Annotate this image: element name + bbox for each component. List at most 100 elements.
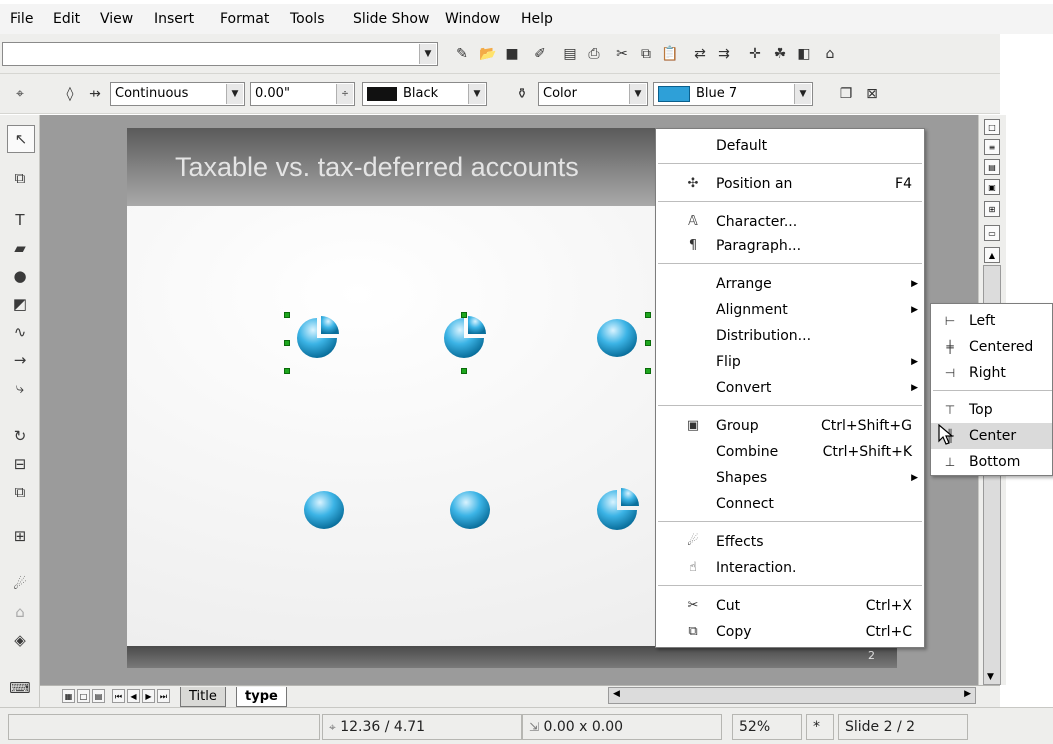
line-arrow-icon[interactable]: → bbox=[7, 347, 33, 373]
slide-title[interactable]: Taxable vs. tax-deferred accounts bbox=[175, 152, 579, 183]
menu-item-convert[interactable]: Convert ▶ bbox=[656, 375, 926, 401]
selection-handle[interactable] bbox=[645, 312, 651, 318]
alignment-tool-icon[interactable]: ⊟ bbox=[7, 451, 33, 477]
menu-tools[interactable]: Tools bbox=[290, 11, 325, 27]
view-handout-icon[interactable]: ▣ bbox=[984, 179, 1000, 195]
image-crop-icon[interactable]: ⊠ bbox=[862, 84, 882, 104]
area-style-select[interactable]: Color ▼ bbox=[538, 82, 648, 106]
combo-arrow-icon[interactable]: ▼ bbox=[419, 44, 436, 64]
view-sorter-icon[interactable]: ⊞ bbox=[984, 201, 1000, 217]
line-color-select[interactable]: Black ▼ bbox=[362, 82, 487, 106]
first-tab-icon[interactable]: ⏮ bbox=[112, 689, 125, 703]
scroll-up-icon[interactable]: ▲ bbox=[984, 247, 1000, 263]
menu-item-flip[interactable]: Flip ▶ bbox=[656, 349, 926, 375]
copy-icon[interactable]: ⧉ bbox=[636, 44, 656, 64]
menu-item-default[interactable]: Default bbox=[656, 133, 926, 159]
align-centered-item[interactable]: ╪ Centered bbox=[931, 334, 1052, 360]
zoom-icon[interactable]: ⧉ bbox=[7, 165, 33, 191]
object-properties-icon[interactable]: ⌖ bbox=[10, 84, 30, 104]
select-arrow-icon[interactable]: ↖ bbox=[7, 125, 35, 153]
menu-item-effects[interactable]: ☄ Effects bbox=[656, 529, 926, 555]
url-combo[interactable]: ▼ bbox=[2, 42, 438, 66]
menu-item-combine[interactable]: Combine Ctrl+Shift+K bbox=[656, 439, 926, 465]
menu-item-character[interactable]: 𝔸 Character... bbox=[656, 209, 926, 235]
sphere-shape[interactable] bbox=[592, 316, 642, 360]
align-bottom-item[interactable]: ⊥ Bottom bbox=[931, 449, 1052, 475]
menu-edit[interactable]: Edit bbox=[53, 11, 80, 27]
spin-arrows-icon[interactable]: ÷ bbox=[336, 84, 353, 104]
menu-item-connect[interactable]: Connect bbox=[656, 491, 926, 517]
view-mode-icon[interactable]: ▤ bbox=[92, 689, 105, 703]
paste-icon[interactable]: 📋 bbox=[660, 44, 680, 64]
scroll-right-icon[interactable]: ▶ bbox=[964, 689, 971, 699]
menu-item-paragraph[interactable]: ¶ Paragraph... bbox=[656, 233, 926, 259]
view-toggle-icon[interactable]: ⌨ bbox=[7, 675, 33, 701]
cut-icon[interactable]: ✂ bbox=[612, 44, 632, 64]
menu-item-shapes[interactable]: Shapes ▶ bbox=[656, 465, 926, 491]
pie-shape[interactable] bbox=[439, 316, 489, 360]
previous-tab-icon[interactable]: ◀ bbox=[127, 689, 140, 703]
menu-item-cut[interactable]: ✂ Cut Ctrl+X bbox=[656, 593, 926, 619]
menu-window[interactable]: Window bbox=[445, 11, 500, 27]
view-mode-icon[interactable]: ▦ bbox=[62, 689, 75, 703]
last-tab-icon[interactable]: ⏭ bbox=[157, 689, 170, 703]
line-style-select[interactable]: Continuous ▼ bbox=[110, 82, 245, 106]
menu-slide-show[interactable]: Slide Show bbox=[353, 11, 429, 27]
navigator-icon[interactable]: ✛ bbox=[745, 44, 765, 64]
interaction-tool-icon[interactable]: ⌂ bbox=[7, 599, 33, 625]
selection-handle[interactable] bbox=[284, 368, 290, 374]
selection-handle[interactable] bbox=[284, 340, 290, 346]
shadow-icon[interactable]: ❐ bbox=[836, 84, 856, 104]
view-mode-icon[interactable]: □ bbox=[77, 689, 90, 703]
menu-insert[interactable]: Insert bbox=[154, 11, 194, 27]
selection-handle[interactable] bbox=[461, 312, 467, 318]
open-folder-icon[interactable]: 📂 bbox=[478, 44, 498, 64]
effects-tool-icon[interactable]: ☄ bbox=[7, 571, 33, 597]
selection-handle[interactable] bbox=[645, 368, 651, 374]
save-icon[interactable]: ■ bbox=[502, 44, 522, 64]
arrow-style-icon[interactable]: ⇸ bbox=[85, 84, 105, 104]
area-fill-icon[interactable]: ⚱ bbox=[512, 84, 532, 104]
insert-object-icon[interactable]: ⊞ bbox=[7, 523, 33, 549]
view-notes-icon[interactable]: ▤ bbox=[984, 159, 1000, 175]
data-sources-icon[interactable]: ◧ bbox=[794, 44, 814, 64]
chevron-down-icon[interactable]: ▼ bbox=[468, 84, 485, 104]
rotate-icon[interactable]: ↻ bbox=[7, 423, 33, 449]
gallery-icon[interactable]: ☘ bbox=[770, 44, 790, 64]
align-top-item[interactable]: ⊤ Top bbox=[931, 397, 1052, 423]
arrange-tool-icon[interactable]: ⧉ bbox=[7, 479, 33, 505]
view-outline-icon[interactable]: ≡ bbox=[984, 139, 1000, 155]
menu-item-alignment[interactable]: Alignment ▶ bbox=[656, 297, 926, 323]
menu-item-copy[interactable]: ⧉ Copy Ctrl+C bbox=[656, 619, 926, 645]
view-slide-icon[interactable]: ▭ bbox=[984, 225, 1000, 241]
pie-shape[interactable] bbox=[292, 316, 342, 360]
view-normal-icon[interactable]: □ bbox=[984, 119, 1000, 135]
menu-view[interactable]: View bbox=[100, 11, 133, 27]
stylist-icon[interactable]: ⌂ bbox=[820, 44, 840, 64]
pie-shape[interactable] bbox=[592, 488, 642, 532]
pdf-export-icon[interactable]: ▤ bbox=[560, 44, 580, 64]
edit-file-icon[interactable]: ✎ bbox=[452, 44, 472, 64]
text-icon[interactable]: T bbox=[7, 207, 33, 233]
connector-icon[interactable]: ⤷ bbox=[7, 375, 33, 401]
edit-document-icon[interactable]: ✐ bbox=[530, 44, 550, 64]
menu-item-position[interactable]: ✣ Position an F4 bbox=[656, 171, 926, 197]
area-color-select[interactable]: Blue 7 ▼ bbox=[653, 82, 813, 106]
menu-format[interactable]: Format bbox=[220, 11, 269, 27]
3d-controller-icon[interactable]: ◈ bbox=[7, 627, 33, 653]
status-zoom[interactable]: 52% bbox=[732, 714, 802, 740]
scroll-left-icon[interactable]: ◀ bbox=[613, 689, 620, 699]
align-left-item[interactable]: ⊢ Left bbox=[931, 308, 1052, 334]
undo-icon[interactable]: ⇄ bbox=[690, 44, 710, 64]
menu-item-arrange[interactable]: Arrange ▶ bbox=[656, 271, 926, 297]
3d-object-icon[interactable]: ◩ bbox=[7, 291, 33, 317]
chevron-down-icon[interactable]: ▼ bbox=[629, 84, 646, 104]
tab-title[interactable]: Title bbox=[180, 687, 226, 707]
menu-file[interactable]: File bbox=[10, 11, 33, 27]
menu-item-group[interactable]: ▣ Group Ctrl+Shift+G bbox=[656, 413, 926, 439]
next-tab-icon[interactable]: ▶ bbox=[142, 689, 155, 703]
line-icon[interactable]: ◊ bbox=[60, 84, 80, 104]
horizontal-scrollbar[interactable]: ◀ ▶ bbox=[608, 687, 976, 704]
menu-item-interaction[interactable]: ☝ Interaction. bbox=[656, 555, 926, 581]
curve-icon[interactable]: ∿ bbox=[7, 319, 33, 345]
